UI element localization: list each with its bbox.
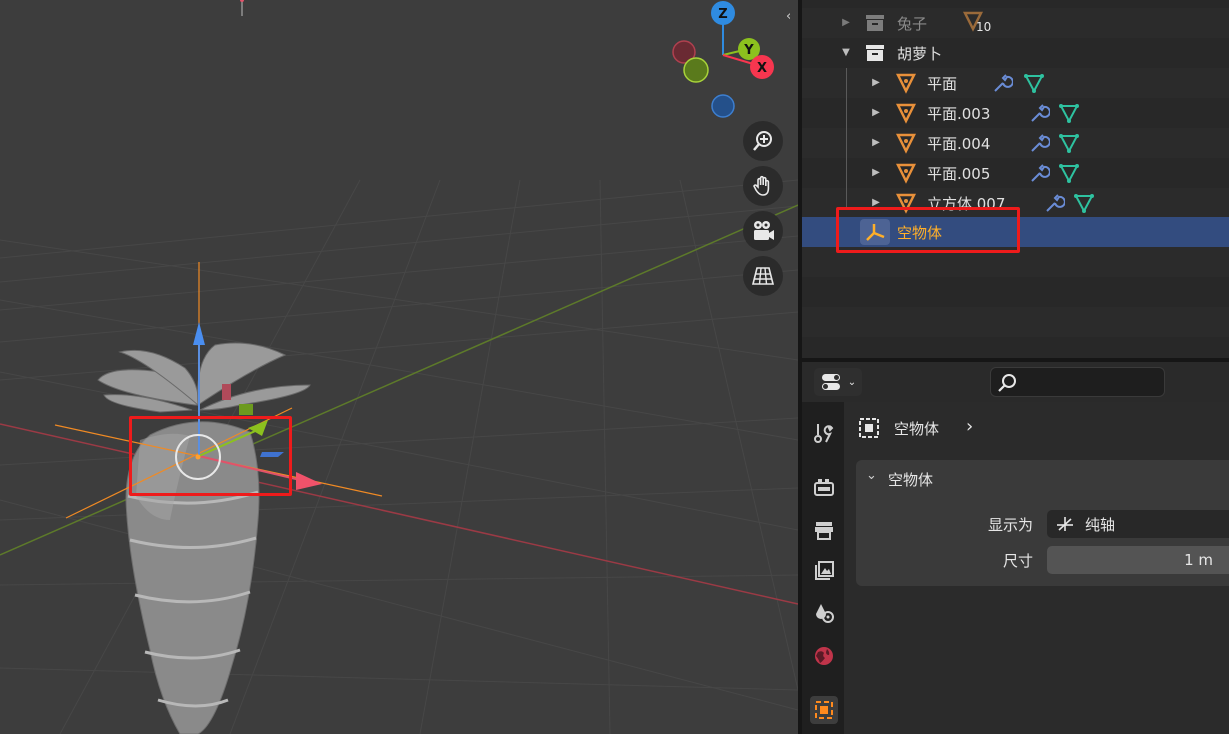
outliner-row-object[interactable]: ▶ 平面.005 [802, 158, 1229, 188]
display-as-value: 纯轴 [1085, 515, 1116, 534]
size-label: 尺寸 [1002, 552, 1033, 570]
outliner-row-empty-selected[interactable]: 空物体 [802, 217, 1229, 247]
outliner-label: 胡萝卜 [897, 45, 943, 63]
outliner-label: 平面.004 [927, 135, 991, 153]
collapse-arrow-icon[interactable]: ▼ [840, 47, 852, 59]
size-number-field[interactable]: 1 m [1047, 546, 1229, 574]
pan-button[interactable] [743, 166, 783, 206]
panel-header[interactable]: ⌄ 空物体 [856, 460, 1229, 496]
zoom-icon [753, 131, 772, 151]
wrench-icon[interactable] [1028, 102, 1050, 124]
output-icon [815, 522, 833, 540]
panel-collapse-icon[interactable]: ⌄ [866, 468, 877, 483]
wrench-icon[interactable] [1028, 162, 1050, 184]
wrench-icon[interactable] [1043, 192, 1065, 214]
size-value: 1 m [1184, 551, 1213, 569]
children-count: 10 [976, 20, 992, 34]
mesh-data-icon[interactable] [1023, 72, 1045, 94]
sidebar-toggle-icon[interactable]: ‹ [786, 8, 798, 26]
expand-arrow-icon[interactable]: ▶ [870, 107, 882, 119]
expand-arrow-icon[interactable]: ▶ [840, 17, 852, 29]
collection-icon [866, 45, 884, 61]
expand-arrow-icon[interactable]: ▶ [870, 167, 882, 179]
camera-icon [754, 221, 774, 240]
expand-arrow-icon[interactable]: ▶ [870, 137, 882, 149]
outliner-row-object[interactable]: ▶ 立方体.007 [802, 188, 1229, 218]
zoom-button[interactable] [743, 121, 783, 161]
camera-view-button[interactable] [743, 211, 783, 251]
outliner[interactable]: ▶ 兔子 10 ▼ 胡萝卜 ▶ 平面 ▶ 平面.003 ▶ 平面.004 ▶ 平… [802, 0, 1229, 358]
gizmo-z-label[interactable]: Z [718, 7, 727, 22]
outliner-label: 平面.003 [927, 105, 991, 123]
world-icon [815, 647, 833, 665]
outliner-tree-line [846, 68, 847, 208]
outliner-empty-row [802, 247, 1229, 277]
properties-search-input[interactable] [990, 367, 1165, 397]
scene-icon [816, 604, 834, 623]
properties-tabs [802, 402, 844, 734]
outliner-label: 空物体 [897, 224, 943, 242]
mesh-object-icon [895, 133, 917, 154]
outliner-row-object[interactable]: ▶ 平面.004 [802, 128, 1229, 158]
panel-title: 空物体 [888, 471, 934, 489]
tab-scene[interactable] [810, 599, 838, 627]
outliner-label: 平面 [927, 75, 958, 93]
collection-icon [866, 15, 884, 31]
chevron-down-icon: ⌄ [847, 376, 857, 388]
chevron-right-icon: › [966, 416, 974, 437]
mesh-object-icon [895, 73, 917, 94]
outliner-row-collection[interactable]: ▶ 兔子 10 [802, 8, 1229, 38]
empty-panel: ⌄ 空物体 显示为 纯轴 尺寸 1 m [856, 460, 1229, 586]
render-icon [814, 479, 834, 496]
perspective-toggle-button[interactable] [743, 256, 783, 296]
tool-icon [814, 424, 834, 443]
object-icon [815, 701, 833, 719]
tab-tool[interactable] [810, 419, 838, 447]
gizmo-y-label[interactable]: Y [743, 43, 754, 58]
outliner-label: 兔子 [897, 15, 928, 33]
grid-icon [751, 267, 775, 285]
wrench-icon[interactable] [1028, 132, 1050, 154]
tab-view-layer[interactable] [810, 557, 838, 585]
properties-editor-icon [821, 374, 840, 390]
viewport-scene: Z Y X [0, 0, 798, 734]
plain-axes-icon [1057, 517, 1073, 531]
expand-arrow-icon[interactable]: ▶ [870, 77, 882, 89]
outliner-label: 平面.005 [927, 165, 991, 183]
outliner-row-object[interactable]: ▶ 平面.003 [802, 98, 1229, 128]
tab-object[interactable] [810, 696, 838, 724]
mesh-data-icon[interactable] [1058, 162, 1080, 184]
breadcrumb-object-name: 空物体 [894, 420, 940, 438]
mesh-object-icon [895, 163, 917, 184]
object-square-icon [859, 418, 879, 438]
wrench-icon[interactable] [991, 72, 1013, 94]
3d-viewport[interactable]: Z Y X ‹ [0, 0, 798, 734]
mesh-data-icon[interactable] [1058, 132, 1080, 154]
gizmo-x-label[interactable]: X [757, 61, 767, 76]
mesh-data-icon[interactable] [1073, 192, 1095, 214]
mesh-object-icon [895, 103, 917, 124]
properties-body: 空物体 › ⌄ 空物体 显示为 纯轴 尺寸 1 m [844, 402, 1229, 734]
mesh-data-icon[interactable] [1058, 102, 1080, 124]
expand-arrow-icon[interactable]: ▶ [870, 197, 882, 209]
mesh-object-icon [895, 193, 917, 214]
display-as-label: 显示为 [987, 516, 1033, 534]
hand-icon [753, 175, 770, 196]
tab-render[interactable] [810, 473, 838, 501]
outliner-empty-row [802, 307, 1229, 337]
tab-output[interactable] [810, 516, 838, 544]
search-icon [998, 374, 1016, 392]
tab-world[interactable] [810, 642, 838, 670]
outliner-row-object[interactable]: ▶ 平面 [802, 68, 1229, 98]
properties-header: ⌄ [802, 362, 1229, 402]
outliner-label: 立方体.007 [927, 195, 1006, 213]
display-as-dropdown[interactable]: 纯轴 [1047, 510, 1229, 538]
editor-type-button[interactable]: ⌄ [814, 368, 862, 396]
view-layer-icon [815, 561, 834, 580]
empty-axes-icon [866, 224, 885, 241]
outliner-row-collection[interactable]: ▼ 胡萝卜 [802, 38, 1229, 68]
